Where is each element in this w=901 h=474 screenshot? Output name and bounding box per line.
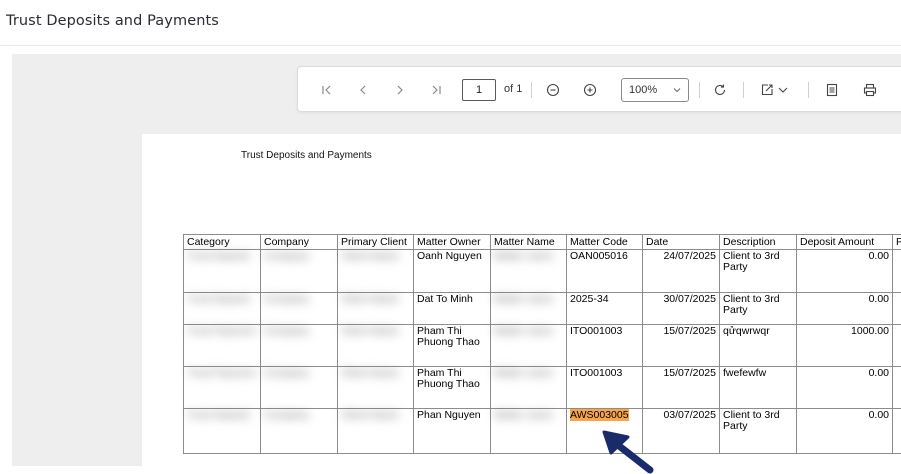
primary-client-cell: Client Name bbox=[337, 292, 414, 325]
export-chevron-down-icon[interactable] bbox=[776, 79, 790, 101]
column-header: Deposit Amount bbox=[796, 234, 893, 250]
table-header-row: Category Company Primary Client Matter O… bbox=[183, 234, 901, 250]
report-page: Trust Deposits and Payments Category Com… bbox=[142, 134, 901, 466]
category-cell: Trust Deposit bbox=[183, 249, 261, 293]
primary-client-cell: Client Name bbox=[337, 366, 414, 409]
matter-code-cell: OAN005016 bbox=[566, 249, 643, 293]
description-cell: Client to 3rd Party bbox=[719, 292, 797, 325]
description-cell: Client to 3rd Party bbox=[719, 249, 797, 293]
column-header: P bbox=[892, 234, 901, 250]
table-row: Trust Payment Company Client Name Pham T… bbox=[183, 324, 901, 367]
pointer-arrow-icon bbox=[602, 430, 654, 474]
column-header: Matter Name bbox=[490, 234, 567, 250]
table-row: Trust Payment Company Client Name Pham T… bbox=[183, 366, 901, 409]
report-title: Trust Deposits and Payments bbox=[241, 150, 372, 161]
primary-client-cell: Client Name bbox=[337, 408, 414, 454]
category-cell: Trust Deposit bbox=[183, 292, 261, 325]
page-count-label: of 1 bbox=[504, 83, 523, 95]
company-cell: Company bbox=[260, 366, 338, 409]
deposit-amount-cell: 0.00 bbox=[796, 408, 893, 454]
description-cell: fwefewfw bbox=[719, 366, 797, 409]
zoom-select[interactable]: 100% bbox=[621, 78, 689, 102]
column-header: Date bbox=[642, 234, 720, 250]
matter-code-cell: ITO001003 bbox=[566, 324, 643, 367]
chevron-down-icon bbox=[673, 88, 681, 93]
export-icon[interactable] bbox=[760, 79, 774, 101]
deposit-amount-cell: 1000.00 bbox=[796, 324, 893, 367]
deposit-amount-cell: 0.00 bbox=[796, 366, 893, 409]
payment-cell bbox=[892, 408, 901, 454]
highlighted-matter-code: AWS003005 bbox=[570, 409, 629, 421]
table-row: Trust Deposit Company Client Name Oanh N… bbox=[183, 249, 901, 293]
matter-code-cell: 2025-34 bbox=[566, 292, 643, 325]
matter-name-cell: Matter name bbox=[490, 292, 567, 325]
payment-cell bbox=[892, 292, 901, 325]
first-page-icon[interactable] bbox=[320, 79, 334, 101]
date-cell: 15/07/2025 bbox=[642, 366, 720, 409]
page-title: Trust Deposits and Payments bbox=[6, 13, 219, 29]
description-cell: Client to 3rd Party bbox=[719, 408, 797, 454]
column-header: Description bbox=[719, 234, 797, 250]
zoom-out-icon[interactable] bbox=[546, 79, 560, 101]
matter-owner-cell: Dat To Minh bbox=[413, 292, 491, 325]
table-row: Trust Deposit Company Client Name Phan N… bbox=[183, 408, 901, 454]
category-cell: Trust Payment bbox=[183, 366, 261, 409]
toolbar-separator bbox=[699, 82, 700, 98]
company-cell: Company bbox=[260, 408, 338, 454]
matter-owner-cell: Oanh Nguyen bbox=[413, 249, 491, 293]
payment-cell bbox=[892, 249, 901, 293]
table-row: Trust Deposit Company Client Name Dat To… bbox=[183, 292, 901, 325]
column-header: Company bbox=[260, 234, 338, 250]
company-cell: Company bbox=[260, 292, 338, 325]
toolbar-separator bbox=[743, 82, 744, 98]
deposit-amount-cell: 0.00 bbox=[796, 249, 893, 293]
report-table: Category Company Primary Client Matter O… bbox=[183, 234, 901, 454]
print-icon[interactable] bbox=[863, 79, 877, 101]
matter-name-cell: Matter name bbox=[490, 324, 567, 367]
column-header: Matter Owner bbox=[413, 234, 491, 250]
primary-client-cell: Client Name bbox=[337, 324, 414, 367]
matter-owner-cell: Phan Nguyen bbox=[413, 408, 491, 454]
category-cell: Trust Payment bbox=[183, 324, 261, 367]
refresh-icon[interactable] bbox=[713, 79, 727, 101]
primary-client-cell: Client Name bbox=[337, 249, 414, 293]
matter-name-cell: Matter name bbox=[490, 366, 567, 409]
payment-cell bbox=[892, 366, 901, 409]
company-cell: Company bbox=[260, 249, 338, 293]
column-header: Primary Client bbox=[337, 234, 414, 250]
date-cell: 15/07/2025 bbox=[642, 324, 720, 367]
zoom-in-icon[interactable] bbox=[583, 79, 597, 101]
company-cell: Company bbox=[260, 324, 338, 367]
column-header: Matter Code bbox=[566, 234, 643, 250]
date-cell: 30/07/2025 bbox=[642, 292, 720, 325]
report-viewer: 1 of 1 100% Trust Deposits and Payments … bbox=[12, 54, 901, 466]
matter-owner-cell: Pham Thi Phuong Thao bbox=[413, 366, 491, 409]
page-header: Trust Deposits and Payments bbox=[0, 0, 901, 46]
deposit-amount-cell: 0.00 bbox=[796, 292, 893, 325]
date-cell: 24/07/2025 bbox=[642, 249, 720, 293]
matter-name-cell: Matter name bbox=[490, 249, 567, 293]
prev-page-icon[interactable] bbox=[356, 79, 370, 101]
toolbar-separator bbox=[808, 82, 809, 98]
viewer-toolbar: 1 of 1 100% bbox=[297, 66, 901, 112]
page-number-input[interactable]: 1 bbox=[462, 79, 496, 101]
toolbar-separator bbox=[531, 82, 532, 98]
next-page-icon[interactable] bbox=[393, 79, 407, 101]
category-cell: Trust Deposit bbox=[183, 408, 261, 454]
last-page-icon[interactable] bbox=[429, 79, 443, 101]
print-layout-icon[interactable] bbox=[825, 79, 839, 101]
matter-owner-cell: Pham Thi Phuong Thao bbox=[413, 324, 491, 367]
zoom-value: 100% bbox=[629, 84, 658, 96]
column-header: Category bbox=[183, 234, 261, 250]
matter-code-cell: ITO001003 bbox=[566, 366, 643, 409]
description-cell: qửqwrwqr bbox=[719, 324, 797, 367]
payment-cell bbox=[892, 324, 901, 367]
matter-name-cell: Matter name bbox=[490, 408, 567, 454]
